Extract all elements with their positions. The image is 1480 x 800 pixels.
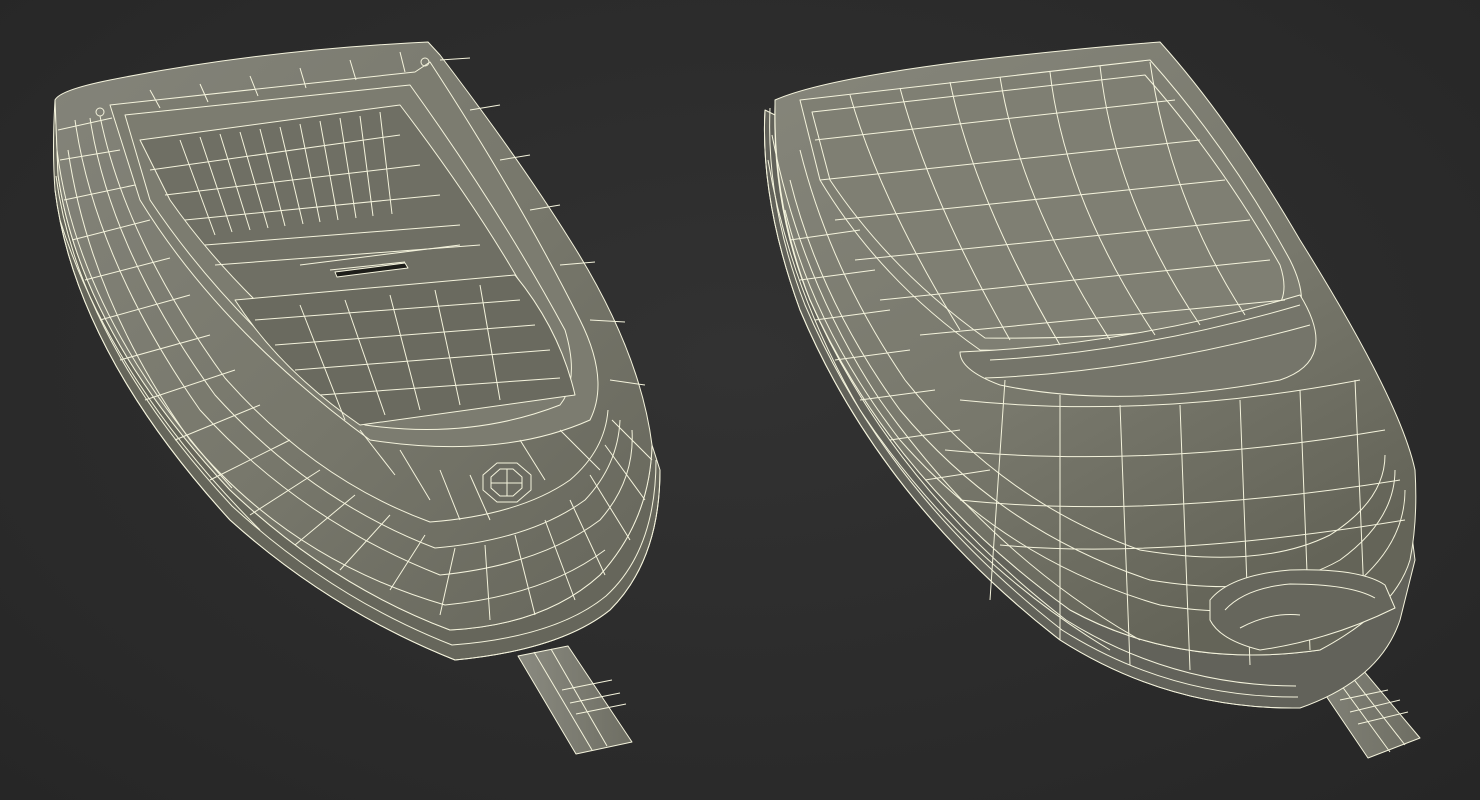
power-button bbox=[482, 462, 532, 503]
test-strip-front bbox=[517, 645, 633, 755]
render-canvas bbox=[0, 0, 1480, 800]
wireframe-render bbox=[53, 41, 1421, 759]
glucose-meter-back-view bbox=[763, 41, 1421, 759]
glucose-meter-front-view bbox=[53, 41, 661, 755]
